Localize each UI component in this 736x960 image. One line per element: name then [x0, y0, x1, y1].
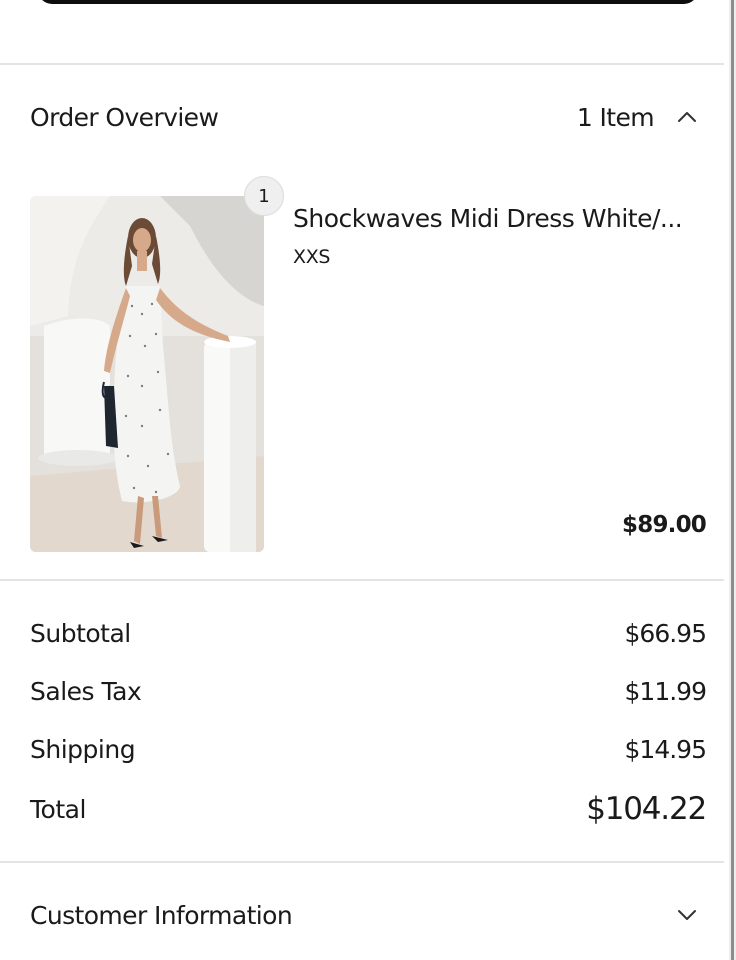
total-row: Total $104.22 [30, 787, 707, 831]
divider [0, 861, 724, 863]
order-overview-toggle[interactable]: 1 Item [577, 103, 698, 132]
product-image[interactable] [30, 196, 264, 552]
chevron-up-icon[interactable] [676, 106, 698, 128]
item-count: 1 Item [576, 102, 655, 132]
shipping-row: Shipping $14.95 [30, 730, 707, 768]
subtotal-label: Subtotal [30, 618, 131, 648]
customer-information-title: Customer Information [30, 900, 293, 930]
sales-tax-label: Sales Tax [30, 676, 142, 706]
order-overview-header[interactable]: Order Overview 1 Item [0, 96, 724, 138]
order-line-item: 1 Shockwaves Midi Dress White/... XXS $8… [30, 176, 707, 552]
scrollbar[interactable] [729, 0, 736, 960]
product-name[interactable]: Shockwaves Midi Dress White/... [293, 204, 703, 233]
subtotal-row: Subtotal $66.95 [30, 614, 707, 652]
subtotal-value: $66.95 [624, 618, 707, 648]
quantity-badge: 1 [244, 176, 284, 216]
shipping-label: Shipping [30, 734, 136, 764]
chevron-down-icon[interactable] [676, 904, 698, 926]
top-button-edge[interactable] [38, 0, 698, 4]
sales-tax-row: Sales Tax $11.99 [30, 672, 707, 710]
divider [0, 579, 724, 581]
total-value: $104.22 [586, 791, 707, 827]
product-price: $89.00 [622, 512, 707, 538]
total-label: Total [30, 794, 86, 824]
order-overview-title: Order Overview [30, 102, 219, 132]
shipping-value: $14.95 [624, 734, 707, 764]
product-variant: XXS [293, 246, 331, 268]
divider [0, 63, 724, 65]
customer-information-header[interactable]: Customer Information [0, 894, 724, 936]
sales-tax-value: $11.99 [624, 676, 707, 706]
